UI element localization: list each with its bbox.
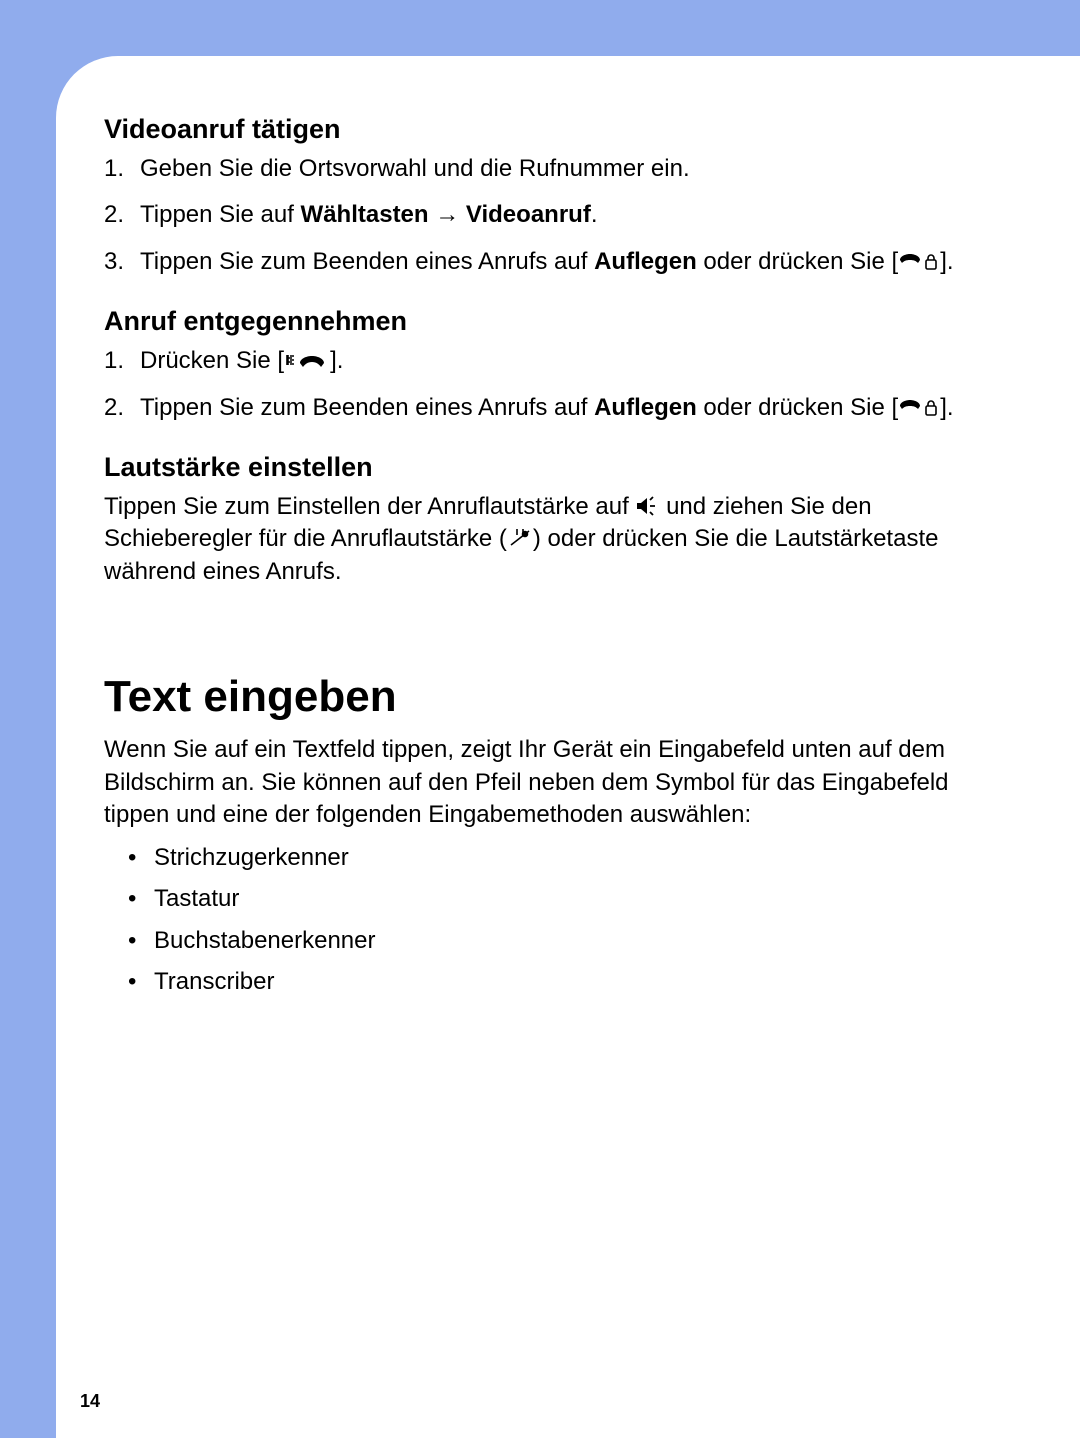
volume-slider-icon (507, 527, 533, 549)
send-call-icon (284, 351, 330, 371)
manual-page: Videoanruf tätigen Geben Sie die Ortsvor… (56, 56, 1080, 1438)
list-item: Strichzugerkenner (104, 839, 1020, 876)
text: Tippen Sie zum Beenden eines Anrufs auf (140, 394, 594, 421)
bold-text: Videoanruf (466, 201, 591, 228)
text: ]. (940, 394, 953, 421)
list-item: Tippen Sie zum Beenden eines Anrufs auf … (104, 392, 1020, 424)
list-item: Tippen Sie zum Beenden eines Anrufs auf … (104, 246, 1020, 278)
speaker-icon (635, 495, 659, 517)
bold-text: Auflegen (594, 394, 697, 421)
end-call-lock-icon (898, 398, 940, 418)
text: Tippen Sie zum Einstellen der Anruflauts… (104, 493, 635, 520)
text: Drücken Sie [ (140, 347, 284, 374)
paragraph-text-eingeben: Wenn Sie auf ein Textfeld tippen, zeigt … (104, 734, 1020, 831)
end-call-lock-icon (898, 252, 940, 272)
text: Tippen Sie zum Beenden eines Anrufs auf (140, 248, 594, 275)
list-item: Drücken Sie []. (104, 345, 1020, 377)
list-item: Buchstabenerkenner (104, 922, 1020, 959)
text: ]. (940, 248, 953, 275)
heading-anruf-entgegennehmen: Anruf entgegennehmen (104, 306, 1020, 337)
heading-lautstaerke: Lautstärke einstellen (104, 452, 1020, 483)
text: Tippen Sie auf (140, 201, 301, 228)
list-item: Transcriber (104, 963, 1020, 1000)
list-item: Tippen Sie auf Wähltasten → Videoanruf. (104, 199, 1020, 231)
text: . (591, 201, 598, 228)
paragraph-lautstaerke: Tippen Sie zum Einstellen der Anruflauts… (104, 491, 1020, 588)
bold-text: Wähltasten (301, 201, 429, 228)
bold-text: Auflegen (594, 248, 697, 275)
text: oder drücken Sie [ (697, 394, 898, 421)
arrow-icon: → (429, 201, 466, 228)
list-item: Geben Sie die Ortsvorwahl und die Rufnum… (104, 153, 1020, 185)
heading-videoanruf: Videoanruf tätigen (104, 114, 1020, 145)
list-eingabemethoden: Strichzugerkenner Tastatur Buchstabenerk… (104, 839, 1020, 1000)
text: oder drücken Sie [ (697, 248, 898, 275)
list-item: Tastatur (104, 880, 1020, 917)
list-videoanruf: Geben Sie die Ortsvorwahl und die Rufnum… (104, 153, 1020, 278)
heading-text-eingeben: Text eingeben (104, 672, 1020, 722)
text: Geben Sie die Ortsvorwahl und die Rufnum… (140, 155, 690, 182)
page-number: 14 (80, 1391, 100, 1412)
list-anruf: Drücken Sie []. Tippen Sie zum Beenden e… (104, 345, 1020, 424)
text: ]. (330, 347, 343, 374)
